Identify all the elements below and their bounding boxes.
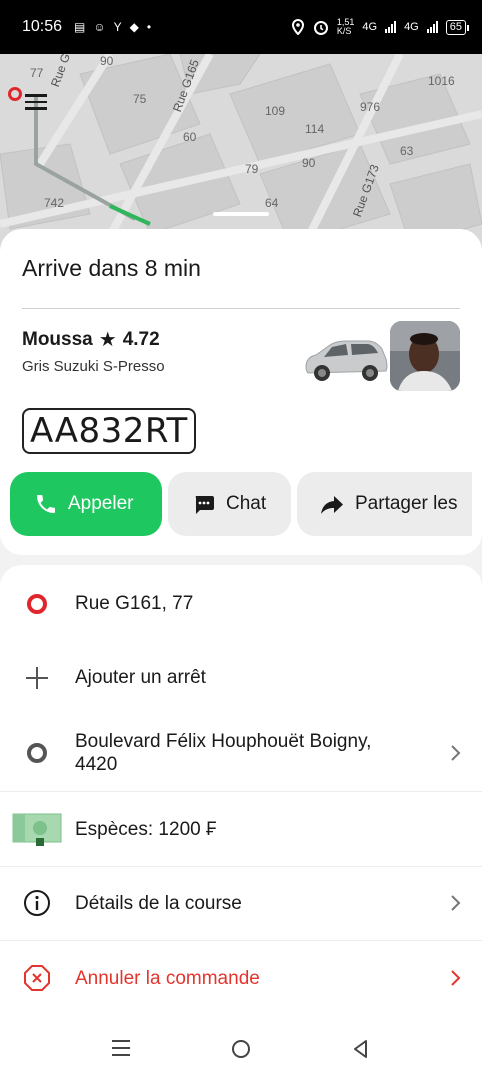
home-icon[interactable] [230,1038,252,1060]
cancel-icon [22,963,52,993]
system-nav-bar [0,1015,482,1080]
share-arrow-icon [321,496,343,514]
snapchat-icon: ☺ [93,20,106,34]
payment-label: Espèces: 1200 ₣ [75,819,217,840]
info-icon [22,888,52,918]
chevron-right-icon [451,745,461,761]
driver-info: Moussa ★ 4.72 [22,327,160,352]
car-image [305,340,388,381]
car-description: Gris Suzuki S-Presso [22,358,165,375]
chat-button[interactable]: Chat [168,472,291,536]
network-type-1: 4G [362,21,378,33]
network-type-2: 4G [404,21,419,33]
cancel-order-label: Annuler la commande [75,968,260,989]
recent-apps-icon[interactable] [110,1039,132,1057]
more-dot-icon: • [146,20,152,34]
mail-icon: ▤ [74,20,86,34]
map-number: 63 [400,144,414,158]
status-bar: 10:56 ▤ ☺ Y ◆ • 1,51 K/S 4G 4G 65 [0,0,482,54]
add-stop-label: Ajouter un arrêt [75,667,206,688]
map-number: 109 [265,104,286,118]
share-button-label: Partager les [355,493,458,514]
driver-name: Moussa [22,328,93,350]
divider [22,308,460,309]
clock: 10:56 [22,18,63,35]
signal-icon-2 [426,21,438,33]
destination-line2: 4420 [75,754,118,775]
map-number: 90 [302,156,316,170]
map-number: 1016 [428,74,455,88]
arrival-title: Arrive dans 8 min [22,255,201,281]
map-number: 77 [30,66,44,80]
alarm-icon [313,21,328,35]
chevron-right-icon [451,895,461,911]
pickup-address: Rue G161, 77 [75,593,194,614]
trip-details-label: Détails de la course [75,893,242,914]
map-number: 64 [265,196,279,210]
plus-icon [22,663,52,693]
map-number: 90 [100,54,114,68]
signal-icon [385,21,397,33]
chevron-right-icon [451,970,461,986]
license-plate: AA832RT [22,408,196,454]
driver-rating: 4.72 [122,328,160,350]
pickup-row[interactable]: Rue G161, 77 [0,587,482,621]
location-icon [291,19,304,35]
pickup-marker-icon [8,87,22,101]
pickup-marker-icon [22,589,52,619]
message-icon: ◆ [129,20,139,34]
phone-icon [37,495,55,513]
hamburger-icon [25,94,47,114]
map-number: 79 [245,162,259,176]
map-number: 114 [305,122,325,136]
map-view[interactable]: Rue G161 Rue G165 Rue G173 77 90 75 60 1… [0,54,482,254]
menu-button[interactable] [8,84,50,116]
divider [0,940,482,941]
app-icon: Y [113,20,122,34]
map-number: 976 [360,100,381,114]
driver-photo [390,321,460,391]
share-button[interactable]: Partager les [297,472,472,536]
star-icon: ★ [98,329,117,351]
map-number: 75 [133,92,147,106]
net-speed-unit: K/S [336,26,352,36]
divider [0,866,482,867]
trip-details-row[interactable]: Détails de la course [0,885,482,921]
destination-address: Boulevard Félix Houphouët Boigny, 4420 [75,730,371,776]
payment-row[interactable]: Espèces: 1200 ₣ [0,811,482,847]
destination-row[interactable]: Boulevard Félix Houphouët Boigny, 4420 [0,727,482,779]
back-icon[interactable] [350,1038,370,1060]
destination-line1: Boulevard Félix Houphouët Boigny, [75,731,372,752]
battery-icon: 65 [445,19,470,35]
divider [0,791,482,792]
action-buttons: Appeler Chat Partager les [10,472,472,536]
route-card: Rue G161, 77 Ajouter un arrêt Boulevard … [0,565,482,1015]
cash-icon [12,813,62,846]
chat-bubble-icon [195,496,214,514]
map-number: 60 [183,130,197,144]
driver-avatar[interactable] [390,321,460,391]
destination-marker-icon [22,738,52,768]
driver-card: Arrive dans 8 min Moussa ★ 4.72 Gris Suz… [0,229,482,555]
call-button[interactable]: Appeler [10,472,162,536]
add-stop-row[interactable]: Ajouter un arrêt [0,661,482,695]
call-button-label: Appeler [68,493,134,514]
cancel-order-row[interactable]: Annuler la commande [0,960,482,996]
sheet-grabber[interactable] [213,212,269,216]
chat-button-label: Chat [226,493,267,514]
map-number: 742 [44,196,65,210]
notification-icons: ▤ ☺ Y ◆ • [74,20,151,34]
